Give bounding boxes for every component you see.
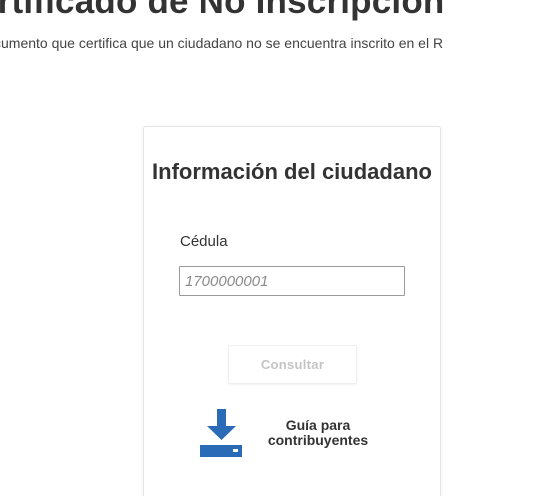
guide-label-line2: contribuyentes [267,432,369,448]
guide-label-line1: Guía para [285,417,351,433]
cedula-input[interactable] [179,266,405,296]
citizen-info-card: Información del ciudadano Cédula Consult… [143,126,441,496]
guide-label: Guía para contribuyentes [258,418,378,448]
page-title: ertificado de No Inscripción [0,0,445,21]
cedula-label: Cédula [180,233,228,250]
card-title: Información del ciudadano [152,159,432,184]
consult-button[interactable]: Consultar [228,345,357,384]
page-subtitle: cumento que certifica que un ciudadano n… [0,35,444,51]
download-icon [200,409,242,457]
page: ertificado de No Inscripción cumento que… [0,0,554,496]
taxpayer-guide-link[interactable]: Guía para contribuyentes [200,409,390,461]
